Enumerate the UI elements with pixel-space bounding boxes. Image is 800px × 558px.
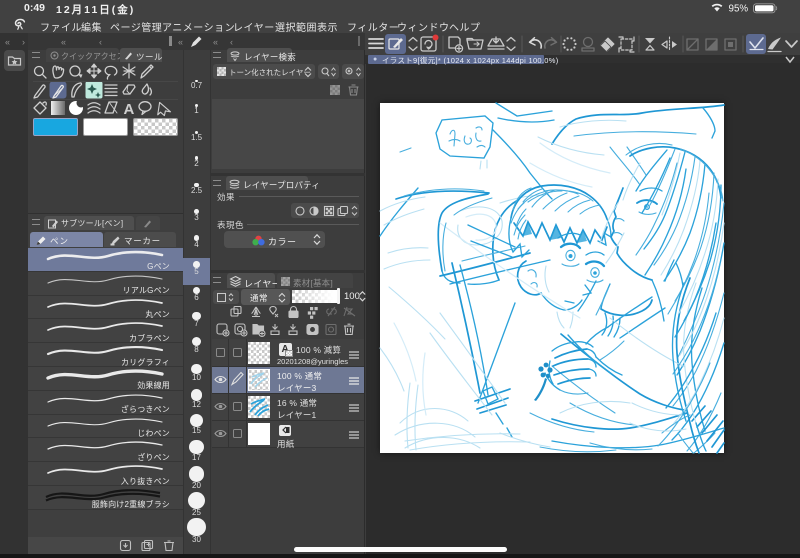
svg-text:95%: 95%	[729, 4, 749, 15]
svg-text:A: A	[124, 101, 135, 118]
